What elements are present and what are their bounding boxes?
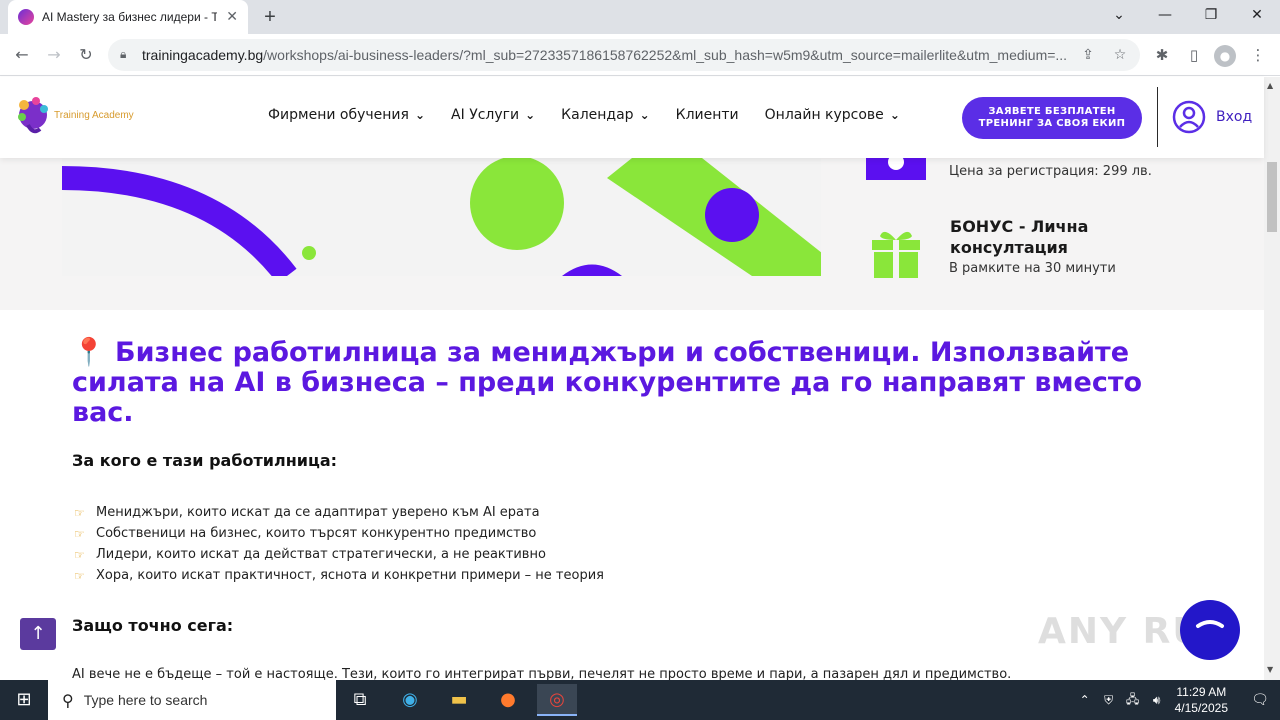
list-item: ☞ Лидери, които искат да действат стратег… <box>74 547 546 562</box>
nav-item-ai-services[interactable]: AI Услуги ⌄ <box>451 107 535 123</box>
minimize-button[interactable]: — <box>1142 0 1188 30</box>
pointing-hand-icon: ☞ <box>74 505 85 520</box>
page-content: Цена за регистрация: 299 лв. БОНУС - Лич… <box>0 158 1264 680</box>
nav-item-calendar[interactable]: Календар ⌄ <box>561 107 649 123</box>
task-view-icon[interactable]: ⧉ <box>340 684 380 716</box>
network-icon[interactable]: 🖧︎ <box>1121 690 1145 711</box>
side-panel-icon[interactable]: ▯ <box>1182 43 1206 67</box>
list-item: ☞ Мениджъри, които искат да се адаптират … <box>74 505 540 520</box>
notification-icon[interactable]: 🗨︎ <box>1240 692 1280 708</box>
bonus-info: БОНУС - Лична консултация В рамките на 3… <box>864 216 1116 286</box>
gift-icon <box>872 231 920 278</box>
search-icon: ⚲ <box>62 690 74 710</box>
chevron-down-icon: ⌄ <box>889 108 900 122</box>
window-controls: ⌄ — ❐ ✕ <box>1096 0 1280 34</box>
logo-text[interactable]: Training Academy <box>54 110 134 121</box>
price-info: Цена за регистрация: 299 лв. <box>864 158 1152 188</box>
why-now-heading: Защо точно сега: <box>72 616 234 635</box>
chevron-down-icon: ⌄ <box>525 108 536 122</box>
list-item: ☞ Хора, които искат практичност, яснота и… <box>74 568 604 583</box>
cta-line-1: ЗАЯВЕТЕ БЕЗПЛАТЕН <box>988 106 1116 117</box>
close-window-button[interactable]: ✕ <box>1234 0 1280 30</box>
forward-arrow-icon[interactable]: → <box>42 43 66 67</box>
page-scrollbar[interactable]: ▲ ▼ <box>1264 77 1280 680</box>
chevron-down-icon: ⌄ <box>639 108 650 122</box>
hero-section: Цена за регистрация: 299 лв. БОНУС - Лич… <box>0 158 1264 310</box>
site-favicon-icon <box>18 9 34 25</box>
edge-icon[interactable]: ◉ <box>390 684 430 716</box>
scroll-to-top-button[interactable]: ↑ <box>20 618 56 650</box>
login-link[interactable]: Вход <box>1216 109 1252 125</box>
extensions-icon[interactable]: ✱ <box>1150 43 1174 67</box>
pointing-hand-icon: ☞ <box>74 547 85 562</box>
tray-chevron-icon[interactable]: ⌃ <box>1073 693 1097 707</box>
new-tab-button[interactable]: + <box>258 5 282 29</box>
close-tab-icon[interactable]: ✕ <box>226 9 238 25</box>
scroll-up-icon[interactable]: ▲ <box>1267 81 1273 90</box>
volume-icon[interactable]: 🔊︎ <box>1145 693 1169 708</box>
tab-title: AI Mastery за бизнес лидери - T <box>42 10 217 24</box>
system-tray: ⌃ ⛨ 🖧︎ 🔊︎ 11:29 AM 4/15/2025 🗨︎ <box>1073 680 1280 720</box>
browser-tab[interactable]: AI Mastery за бизнес лидери - T ✕ <box>8 0 248 34</box>
money-icon <box>866 158 926 180</box>
file-explorer-icon[interactable]: ▬ <box>439 684 479 716</box>
price-text: Цена за регистрация: 299 лв. <box>949 164 1152 179</box>
page-headline: 📍 Бизнес работилница за мениджъри и собс… <box>72 337 1143 428</box>
bonus-subtitle: В рамките на 30 минути <box>949 261 1116 276</box>
scrollbar-thumb[interactable] <box>1267 162 1277 232</box>
user-account-icon[interactable] <box>1172 100 1206 134</box>
chrome-icon[interactable]: ◎ <box>537 684 577 716</box>
windows-start-icon[interactable]: ⊞ <box>0 680 48 720</box>
main-nav: Фирмени обучения ⌄ AI Услуги ⌄ Календар ⌄ К… <box>268 107 900 123</box>
system-clock[interactable]: 11:29 AM 4/15/2025 <box>1175 684 1228 716</box>
security-icon[interactable]: ⛨ <box>1097 693 1121 708</box>
taskbar-search[interactable]: ⚲ Type here to search <box>48 680 336 720</box>
profile-avatar-icon[interactable]: ● <box>1214 45 1236 67</box>
reload-icon[interactable]: ↻ <box>74 43 98 67</box>
search-placeholder: Type here to search <box>83 692 208 708</box>
clock-time: 11:29 AM <box>1176 685 1227 699</box>
chat-icon <box>1196 620 1224 628</box>
browser-menu-icon[interactable]: ⋮ <box>1246 43 1270 67</box>
header-divider <box>1157 87 1158 147</box>
nav-item-online-courses[interactable]: Онлайн курсове ⌄ <box>765 107 900 123</box>
firefox-icon[interactable]: ● <box>488 684 528 716</box>
list-item: ☞ Собственици на бизнес, които търсят кон… <box>74 526 537 541</box>
clock-date: 4/15/2025 <box>1174 701 1228 715</box>
bookmark-star-icon[interactable]: ☆ <box>1110 45 1130 65</box>
address-bar[interactable]: 🔒︎ trainingacademy.bg/workshops/ai-busin… <box>108 39 1140 71</box>
url-text[interactable]: trainingacademy.bg/workshops/ai-business… <box>142 47 1072 63</box>
pointing-hand-icon: ☞ <box>74 568 85 583</box>
lock-icon[interactable]: 🔒︎ <box>120 47 126 62</box>
nav-item-corporate-training[interactable]: Фирмени обучения ⌄ <box>268 107 425 123</box>
windows-taskbar: ⊞ ⚲ Type here to search ⧉ ◉ ▬ ● ◎ ⌃ ⛨ 🖧︎… <box>0 680 1280 720</box>
chevron-down-icon: ⌄ <box>414 108 426 122</box>
pointing-hand-icon: ☞ <box>74 526 85 541</box>
bonus-title: БОНУС - Лична консултация <box>950 217 1089 257</box>
audience-list: ☞ Мениджъри, които искат да се адаптират … <box>74 502 604 586</box>
nav-item-clients[interactable]: Клиенти <box>676 107 739 123</box>
cta-line-2: ТРЕНИНГ ЗА СВОЯ ЕКИП <box>978 118 1126 129</box>
browser-tab-strip: AI Mastery за бизнес лидери - T ✕ + ⌄ — … <box>0 0 1280 34</box>
hero-graphic <box>62 158 821 276</box>
site-header: Training Academy Фирмени обучения ⌄ AI Ус… <box>0 77 1264 158</box>
tab-search-icon[interactable]: ⌄ <box>1096 0 1142 30</box>
restore-button[interactable]: ❐ <box>1188 0 1234 30</box>
free-training-cta-button[interactable]: ЗАЯВЕТЕ БЕЗПЛАТЕН ТРЕНИНГ ЗА СВОЯ ЕКИП <box>962 97 1142 139</box>
who-heading: За кого е тази работилница: <box>72 451 338 470</box>
scroll-down-icon[interactable]: ▼ <box>1267 665 1273 674</box>
back-arrow-icon[interactable]: ← <box>10 43 34 67</box>
browser-toolbar: ← → ↻ 🔒︎ trainingacademy.bg/workshops/ai… <box>0 34 1280 76</box>
training-academy-logo-icon[interactable] <box>16 95 50 135</box>
why-now-paragraph: AI вече не е бъдеще – той е настояще. Те… <box>72 667 1012 680</box>
chat-widget-button[interactable] <box>1180 600 1240 660</box>
share-icon[interactable]: ⇪ <box>1078 45 1098 65</box>
